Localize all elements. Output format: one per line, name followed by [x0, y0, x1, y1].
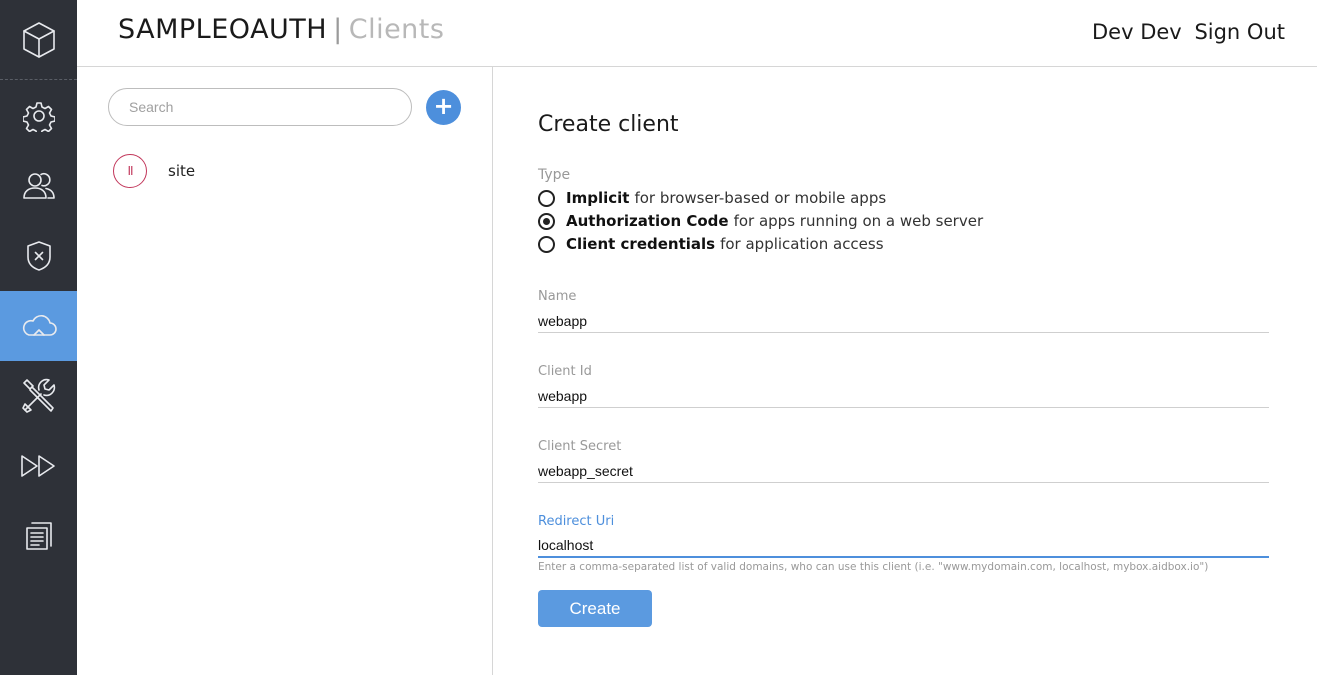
user-menu: Dev Dev Sign Out — [1092, 20, 1285, 44]
client-id-field[interactable] — [538, 384, 1269, 408]
title-separator: | — [333, 14, 343, 45]
client-list-panel: + II site — [77, 67, 493, 675]
type-option-implicit[interactable]: Implicit for browser-based or mobile app… — [538, 187, 886, 209]
client-id-field-group: Client Id — [538, 364, 1269, 408]
page-title: SAMPLEOAUTH | Clients — [118, 14, 444, 45]
client-secret-field-group: Client Secret — [538, 439, 1269, 483]
type-description: for application access — [720, 235, 884, 253]
redirect-uri-field-group: Redirect Uri — [538, 514, 1269, 558]
radio-client-credentials[interactable] — [538, 235, 555, 253]
client-id-label: Client Id — [538, 364, 592, 379]
create-button[interactable]: Create — [538, 590, 652, 627]
client-name: site — [168, 162, 196, 180]
nav-settings[interactable] — [0, 81, 77, 151]
type-name: Client credentials — [566, 235, 716, 253]
type-description: for browser-based or mobile apps — [634, 189, 887, 207]
search-input[interactable] — [108, 88, 412, 126]
nav-users[interactable] — [0, 151, 77, 221]
type-option-authorization-code[interactable]: Authorization Code for apps running on a… — [538, 210, 983, 232]
gear-icon — [22, 102, 55, 132]
radio-authorization-code[interactable] — [538, 212, 555, 230]
type-label: Type — [538, 167, 571, 183]
sidebar — [0, 0, 77, 675]
app-name: SAMPLEOAUTH — [118, 14, 328, 45]
cloud-icon — [22, 315, 57, 336]
fast-forward-icon — [20, 455, 55, 477]
redirect-uri-label: Redirect Uri — [538, 514, 615, 529]
name-field[interactable] — [538, 309, 1269, 333]
cube-icon — [22, 21, 55, 58]
nav-security[interactable] — [0, 221, 77, 291]
nav-forward[interactable] — [0, 431, 77, 501]
client-secret-field[interactable] — [538, 459, 1269, 483]
user-last-name: Dev — [1140, 20, 1182, 44]
nav-cloud[interactable] — [0, 291, 77, 361]
type-name: Authorization Code — [566, 212, 729, 230]
type-option-client-credentials[interactable]: Client credentials for application acces… — [538, 233, 884, 255]
header: SAMPLEOAUTH | Clients Dev Dev Sign Out — [77, 0, 1317, 67]
form-title: Create client — [538, 112, 679, 137]
sign-out-link[interactable]: Sign Out — [1194, 20, 1285, 44]
section-name: Clients — [348, 14, 445, 45]
redirect-uri-field[interactable] — [538, 534, 1269, 558]
users-icon — [22, 173, 55, 199]
client-secret-label: Client Secret — [538, 439, 622, 454]
nav-documents[interactable] — [0, 501, 77, 571]
user-first-name: Dev — [1092, 20, 1134, 44]
type-description: for apps running on a web server — [733, 212, 984, 230]
add-client-button[interactable]: + — [426, 90, 461, 125]
type-name: Implicit — [566, 189, 630, 207]
radio-implicit[interactable] — [538, 189, 555, 207]
logo[interactable] — [0, 0, 77, 80]
documents-icon — [25, 522, 52, 550]
shield-icon — [26, 241, 51, 271]
list-item[interactable]: II site — [113, 153, 195, 189]
nav-tools[interactable] — [0, 361, 77, 431]
name-label: Name — [538, 289, 577, 304]
redirect-uri-hint: Enter a comma-separated list of valid do… — [538, 561, 1209, 573]
avatar: II — [113, 154, 147, 188]
tools-icon — [21, 378, 55, 413]
name-field-group: Name — [538, 289, 1269, 333]
